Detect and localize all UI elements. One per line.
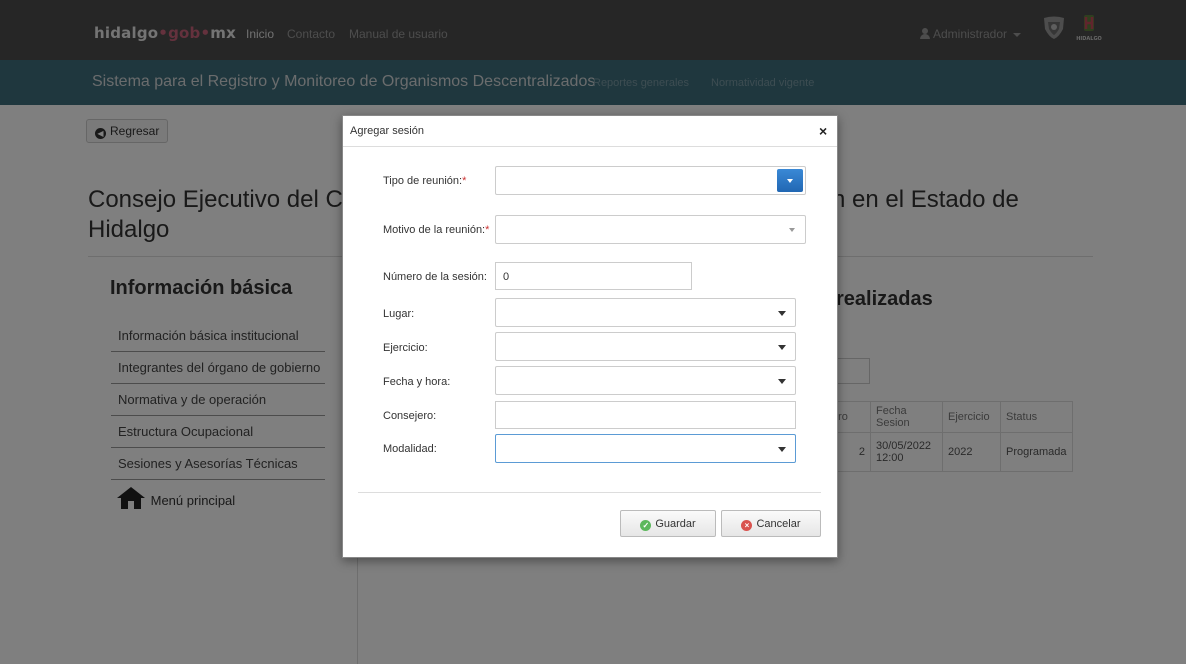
motivo-reunion-label-text: Motivo de la reunión: <box>383 224 486 236</box>
ejercicio-label: Ejercicio: <box>383 342 428 354</box>
check-circle-icon: ✓ <box>640 520 652 531</box>
x-circle-icon: × <box>741 520 753 531</box>
lugar-select[interactable] <box>495 298 796 327</box>
tipo-reunion-label: Tipo de reunión:* <box>383 175 466 187</box>
cancel-button[interactable]: × Cancelar <box>721 510 821 537</box>
tipo-reunion-select[interactable] <box>495 166 806 195</box>
add-session-modal: Agregar sesión × Tipo de reunión:* Motiv… <box>342 115 838 558</box>
ejercicio-select[interactable] <box>495 332 796 361</box>
dropdown-toggle-icon[interactable] <box>777 169 803 192</box>
modal-footer-divider <box>358 492 821 493</box>
numero-sesion-label: Número de la sesión: <box>383 271 487 283</box>
modalidad-select[interactable] <box>495 434 796 463</box>
modal-header: Agregar sesión × <box>343 116 837 147</box>
chevron-down-icon <box>778 379 786 384</box>
cancel-label: Cancelar <box>756 518 801 530</box>
fecha-hora-label: Fecha y hora: <box>383 376 451 388</box>
numero-sesion-input[interactable]: 0 <box>495 262 692 290</box>
consejero-input[interactable] <box>495 401 796 429</box>
fecha-hora-select[interactable] <box>495 366 796 395</box>
tipo-reunion-label-text: Tipo de reunión: <box>383 175 463 187</box>
modal-title: Agregar sesión <box>350 125 424 137</box>
chevron-down-icon <box>778 345 786 350</box>
motivo-reunion-label: Motivo de la reunión:* <box>383 224 489 236</box>
chevron-down-icon <box>789 228 795 232</box>
required-marker: * <box>485 224 490 236</box>
lugar-label: Lugar: <box>383 308 415 320</box>
required-marker: * <box>462 175 467 187</box>
modalidad-label: Modalidad: <box>383 443 437 455</box>
chevron-down-icon <box>778 311 786 316</box>
chevron-down-icon <box>778 447 786 452</box>
close-icon[interactable]: × <box>819 123 827 139</box>
consejero-label: Consejero: <box>383 410 437 422</box>
save-button[interactable]: ✓ Guardar <box>620 510 716 537</box>
save-label: Guardar <box>655 518 696 530</box>
motivo-reunion-select[interactable] <box>495 215 806 244</box>
